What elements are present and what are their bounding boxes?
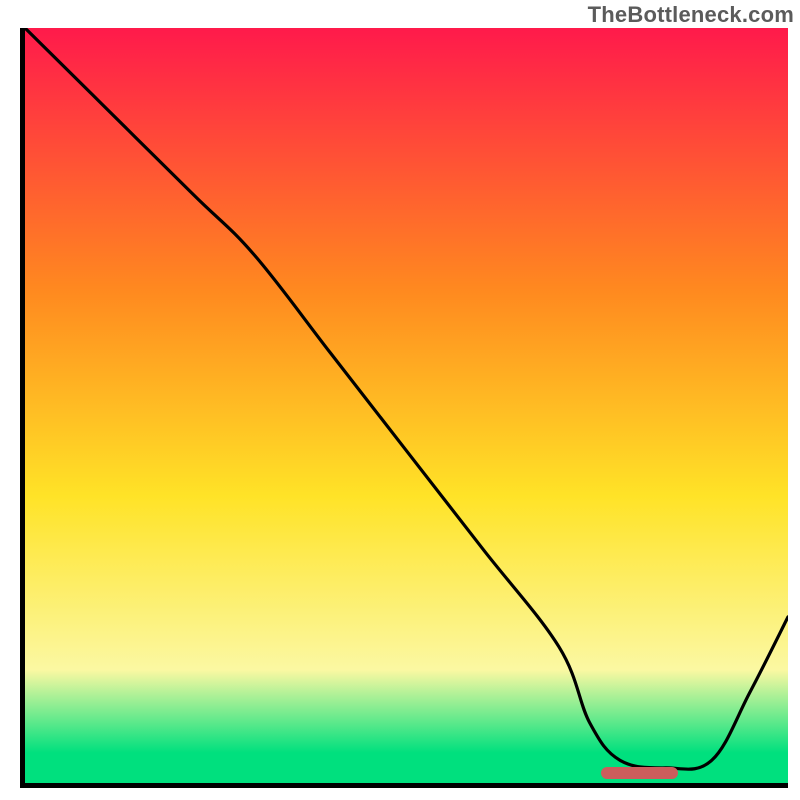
chart-frame: TheBottleneck.com — [0, 0, 800, 800]
plot-area — [20, 28, 788, 788]
optimal-range-marker — [601, 767, 678, 779]
bottleneck-curve — [25, 28, 788, 783]
watermark-text: TheBottleneck.com — [588, 2, 794, 28]
